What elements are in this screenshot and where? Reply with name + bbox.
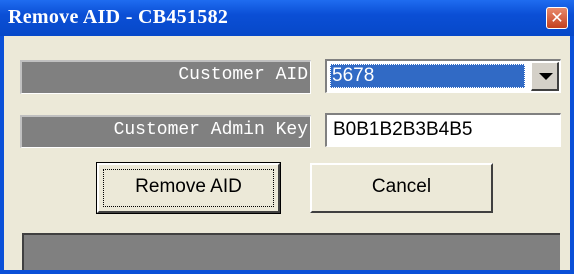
window-title: Remove AID - CB451582	[8, 6, 229, 28]
remove-aid-button[interactable]: Remove AID	[96, 162, 281, 214]
customer-aid-label: Customer AID	[20, 60, 311, 94]
customer-admin-key-field[interactable]: B0B1B2B3B4B5	[325, 113, 561, 147]
close-icon: ✕	[550, 8, 564, 27]
title-bar[interactable]: Remove AID - CB451582 ✕	[0, 0, 574, 36]
cancel-button[interactable]: Cancel	[310, 163, 493, 213]
customer-admin-key-label: Customer Admin Key	[20, 115, 311, 148]
focus-rectangle	[103, 169, 274, 207]
close-button[interactable]: ✕	[546, 7, 568, 29]
customer-aid-dropdown[interactable]: 5678	[325, 59, 561, 93]
customer-aid-selected-value[interactable]: 5678	[330, 64, 525, 88]
cancel-button-label: Cancel	[371, 176, 432, 197]
remove-aid-dialog: Remove AID - CB451582 ✕ Customer AID 567…	[0, 0, 574, 274]
status-bar	[22, 233, 560, 270]
dropdown-arrow-button[interactable]	[531, 62, 559, 91]
